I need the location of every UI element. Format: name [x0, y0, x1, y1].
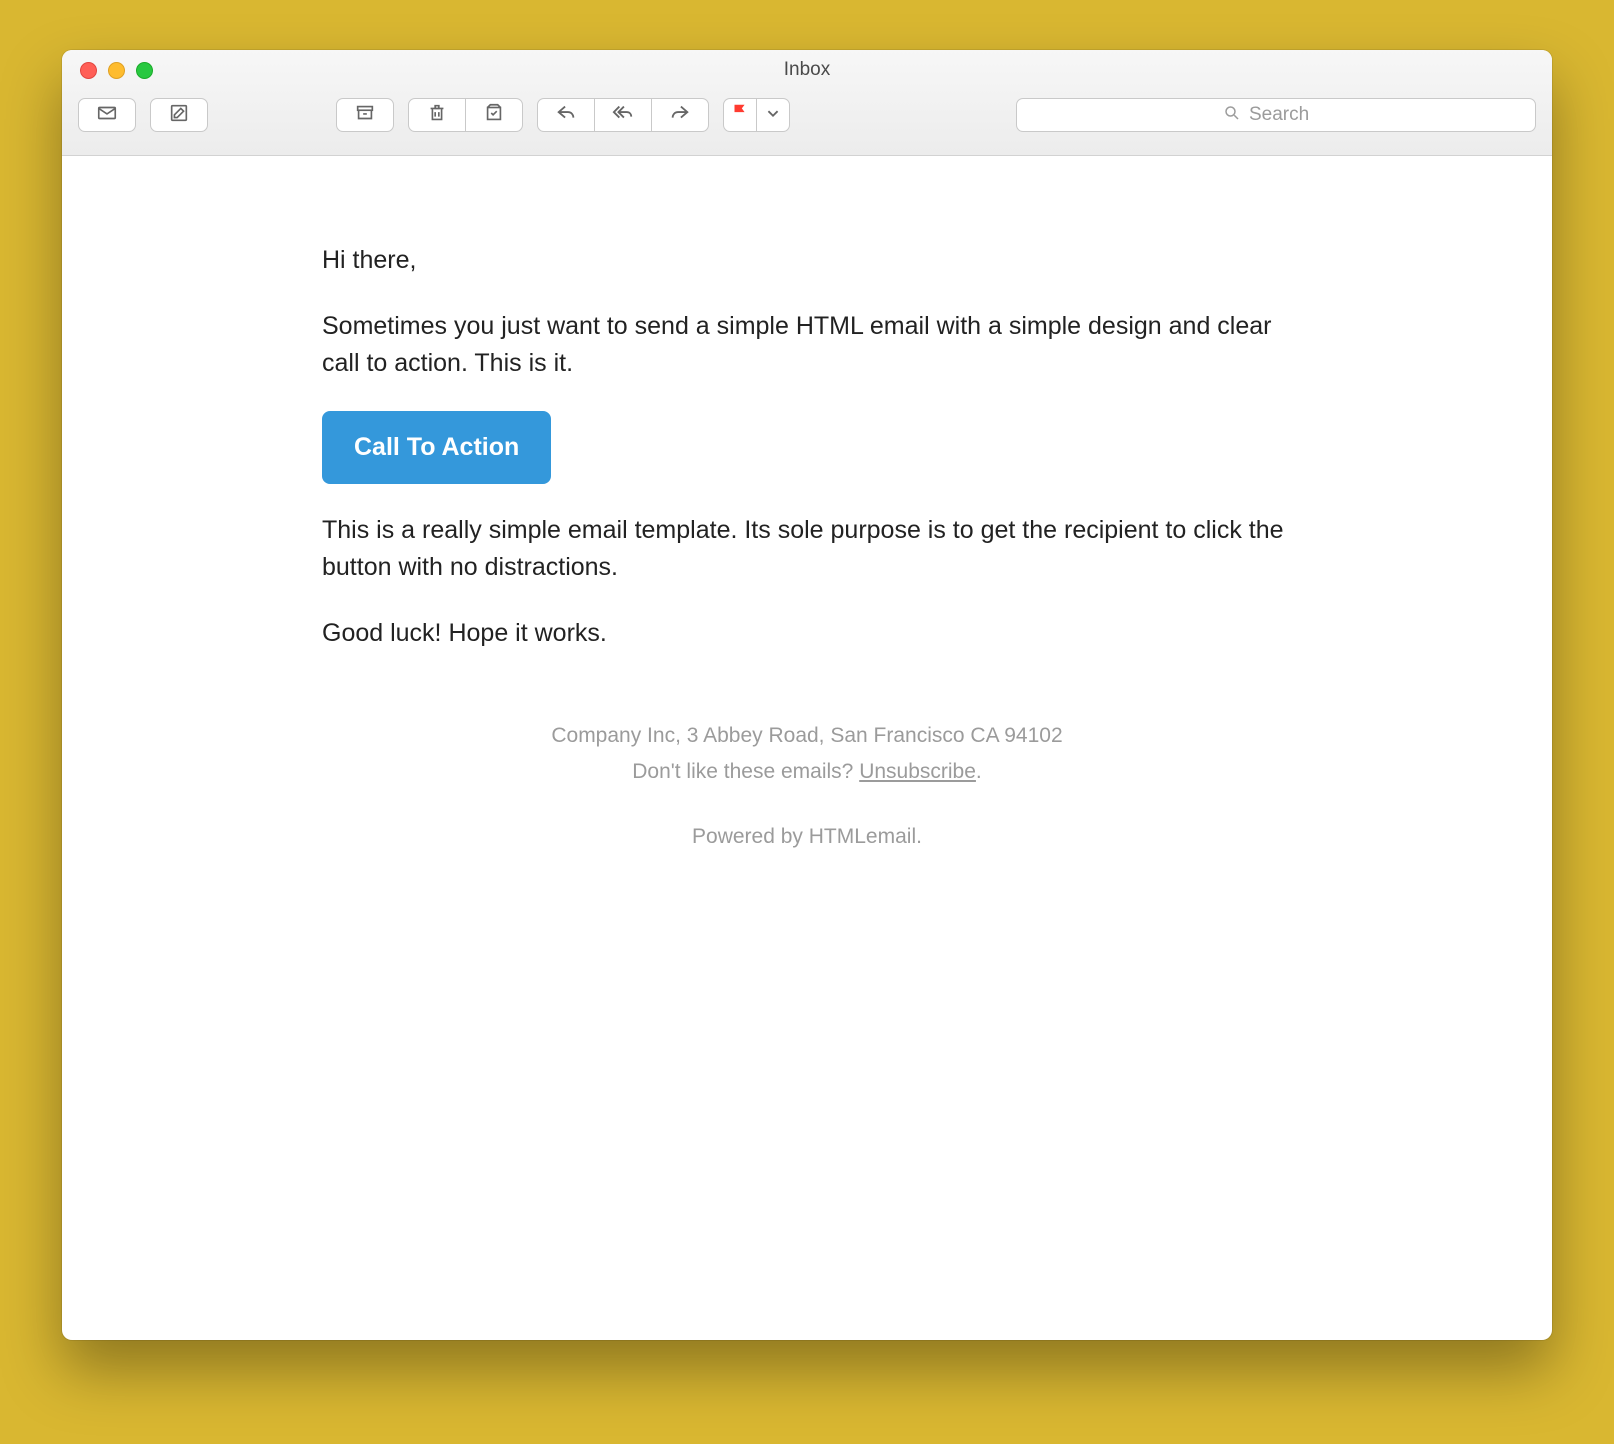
- reply-all-icon: [612, 102, 634, 129]
- footer-address: Company Inc, 3 Abbey Road, San Francisco…: [322, 718, 1292, 754]
- close-window-button[interactable]: [80, 62, 97, 79]
- flag-menu-button[interactable]: [756, 98, 790, 132]
- chevron-down-icon: [762, 102, 784, 129]
- titlebar: Inbox: [62, 50, 1552, 156]
- titlebar-top: Inbox: [62, 50, 1552, 90]
- window-title: Inbox: [784, 59, 830, 81]
- reply-icon: [555, 102, 577, 129]
- footer-unsubscribe-suffix: .: [976, 760, 982, 783]
- footer-unsubscribe-line: Don't like these emails? Unsubscribe.: [322, 754, 1292, 790]
- mail-window: Inbox: [62, 50, 1552, 1340]
- email-closing: Good luck! Hope it works.: [322, 615, 1292, 653]
- flag-button[interactable]: [723, 98, 757, 132]
- flag-icon: [729, 102, 751, 129]
- search-input[interactable]: [1249, 104, 1329, 126]
- email-greeting: Hi there,: [322, 242, 1292, 280]
- forward-icon: [669, 102, 691, 129]
- reply-all-button[interactable]: [594, 98, 652, 132]
- junk-button[interactable]: [465, 98, 523, 132]
- email-body: This is a really simple email template. …: [322, 512, 1292, 587]
- email-intro: Sometimes you just want to send a simple…: [322, 308, 1292, 383]
- footer-unsubscribe-prefix: Don't like these emails?: [632, 760, 859, 783]
- traffic-lights: [62, 62, 153, 79]
- forward-button[interactable]: [651, 98, 709, 132]
- email-footer: Company Inc, 3 Abbey Road, San Francisco…: [322, 718, 1292, 855]
- search-icon: [1223, 104, 1241, 127]
- reply-button[interactable]: [537, 98, 595, 132]
- junk-icon: [483, 102, 505, 129]
- trash-icon: [426, 102, 448, 129]
- minimize-window-button[interactable]: [108, 62, 125, 79]
- toolbar: [62, 90, 1552, 150]
- delete-button[interactable]: [408, 98, 466, 132]
- unsubscribe-link[interactable]: Unsubscribe: [859, 760, 976, 783]
- maximize-window-button[interactable]: [136, 62, 153, 79]
- envelope-icon: [96, 102, 118, 129]
- archive-icon: [354, 102, 376, 129]
- email-content: Hi there, Sometimes you just want to sen…: [62, 156, 1552, 1340]
- cta-button[interactable]: Call To Action: [322, 411, 551, 484]
- compose-button[interactable]: [150, 98, 208, 132]
- search-field[interactable]: [1016, 98, 1536, 132]
- compose-icon: [168, 102, 190, 129]
- get-mail-button[interactable]: [78, 98, 136, 132]
- archive-button[interactable]: [336, 98, 394, 132]
- footer-powered: Powered by HTMLemail.: [322, 819, 1292, 855]
